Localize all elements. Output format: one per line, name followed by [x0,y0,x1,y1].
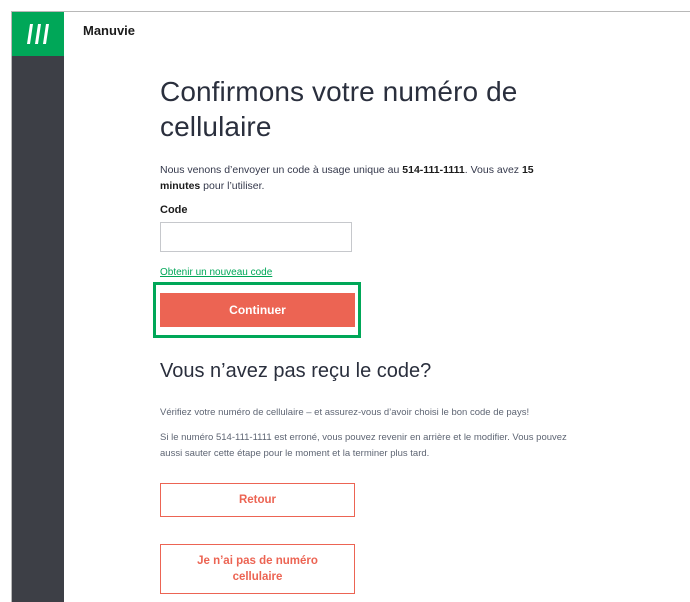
page-title: Confirmons votre numéro de cellulaire [160,76,518,142]
intro-prefix: Nous venons d’envoyer un code à usage un… [160,164,403,176]
help-text-check: Vérifiez votre numéro de cellulaire – et… [160,407,530,418]
app-window: Manuvie Confirmons votre numéro de cellu… [11,11,690,602]
manulife-logo-icon [27,24,49,44]
code-input[interactable] [160,222,352,252]
code-label: Code [160,204,188,216]
no-phone-button[interactable]: Je n’ai pas de numéro cellulaire [160,544,355,594]
brand-name: Manuvie [83,23,136,38]
continue-button[interactable]: Continuer [160,293,355,327]
back-button[interactable]: Retour [160,483,355,517]
new-code-link[interactable]: Obtenir un nouveau code [160,267,272,278]
top-bar: Manuvie [64,12,690,56]
intro-text: Nous venons d’envoyer un code à usage un… [160,162,570,194]
sidebar [12,12,64,602]
intro-suffix: pour l’utiliser. [200,180,265,192]
help-title: Vous n’avez pas reçu le code? [160,360,432,382]
intro-middle: . Vous avez [464,164,522,176]
logo[interactable] [12,12,64,56]
help-text-wrong-number: Si le numéro 514-111-1111 est erroné, vo… [160,432,567,459]
phone-number: 514-111-1111 [402,164,465,176]
